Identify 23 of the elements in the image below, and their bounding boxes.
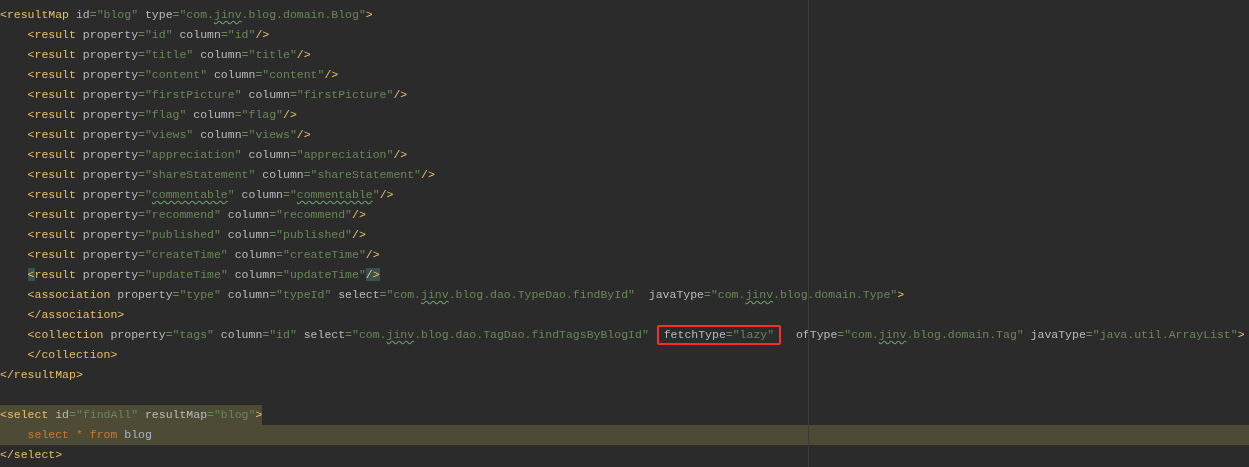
code-line: <collection property="tags" column="id" select="com.jinv.blog.dao.TagDao.findTagsByBlogId" [26,327,650,343]
code-line: <result property="updateTime" column="updateTime"/> [26,267,380,283]
code-line: </select> [0,447,63,463]
code-line: <result property="published" column="published"/> [26,227,366,243]
code-line: <association property="type" column="typeId" select="com.jinv.blog.dao.TypeDao.findById" javaType="com.jinv.blog.domain.Type"> [26,287,905,303]
code-line: <result property="flag" column="flag"/> [26,107,297,123]
code-line: </resultMap> [0,367,83,383]
code-line: <result property="id" column="id"/> [26,27,270,43]
code-line: <result property="views" column="views"/> [26,127,311,143]
code-line: <result property="createTime" column="createTime"/> [26,247,380,263]
code-line: <result property="content" column="content"/> [26,67,339,83]
code-line: </collection> [26,347,118,363]
code-line: <result property="shareStatement" column="shareStatement"/> [26,167,435,183]
code-line: ofType="com.jinv.blog.domain.Tag" javaType="java.util.ArrayList"> [794,327,1245,343]
boxed-code: fetchType="lazy" [656,325,782,345]
code-line: <result property="commentable" column="commentable"/> [26,187,394,203]
code-line: <result property="recommend" column="recommend"/> [26,207,366,223]
code-line: <result property="appreciation" column="appreciation"/> [26,147,408,163]
code-line: <result property="title" column="title"/> [26,47,311,63]
code-line: </association> [26,307,125,323]
code-line: <result property="firstPicture" column="firstPicture"/> [26,87,408,103]
code-line: <resultMap id="blog" type="com.jinv.blog.domain.Blog"> [0,7,373,23]
code-line: select * from blog [26,427,152,443]
